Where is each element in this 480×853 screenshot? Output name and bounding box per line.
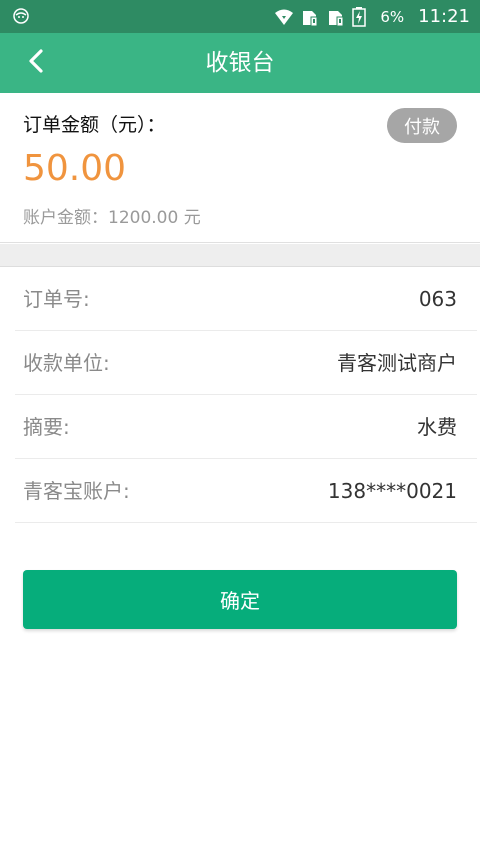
detail-row-order-number: 订单号: 063 bbox=[15, 267, 477, 331]
detail-key: 青客宝账户: bbox=[23, 479, 130, 503]
pay-button[interactable]: 付款 bbox=[387, 108, 457, 143]
account-balance-value: 1200.00 元 bbox=[108, 208, 201, 228]
section-divider bbox=[0, 244, 480, 267]
status-bar: 6% 11:21 bbox=[0, 0, 480, 33]
detail-value: 138****0021 bbox=[327, 479, 457, 503]
detail-key: 订单号: bbox=[23, 287, 90, 311]
account-balance-label: 账户金额： bbox=[23, 208, 108, 228]
app-bar: 收银台 bbox=[0, 33, 480, 93]
order-amount: 50.00 bbox=[23, 148, 127, 189]
detail-key: 摘要: bbox=[23, 415, 70, 439]
detail-value: 水费 bbox=[417, 415, 457, 439]
clock: 11:21 bbox=[418, 6, 470, 27]
page-title: 收银台 bbox=[205, 50, 275, 76]
order-amount-label: 订单金额（元）： bbox=[23, 114, 166, 136]
wifi-icon bbox=[274, 7, 294, 27]
confirm-button[interactable]: 确定 bbox=[23, 570, 457, 629]
detail-key: 收款单位: bbox=[23, 351, 110, 375]
account-balance: 账户金额：1200.00 元 bbox=[23, 203, 201, 228]
order-details: 订单号: 063 收款单位: 青客测试商户 摘要: 水费 青客宝账户: 138*… bbox=[0, 267, 480, 523]
sim2-icon bbox=[326, 7, 346, 27]
android-icon bbox=[12, 7, 30, 25]
sim1-icon bbox=[300, 7, 320, 27]
detail-row-payee: 收款单位: 青客测试商户 bbox=[15, 331, 477, 395]
battery-percentage: 6% bbox=[380, 7, 405, 26]
battery-charging-icon bbox=[352, 6, 372, 27]
detail-value: 063 bbox=[418, 287, 457, 311]
order-summary: 订单金额（元）： 付款 50.00 账户金额：1200.00 元 bbox=[0, 93, 480, 243]
detail-row-account: 青客宝账户: 138****0021 bbox=[15, 459, 477, 523]
detail-value: 青客测试商户 bbox=[337, 351, 457, 375]
detail-row-summary: 摘要: 水费 bbox=[15, 395, 477, 459]
